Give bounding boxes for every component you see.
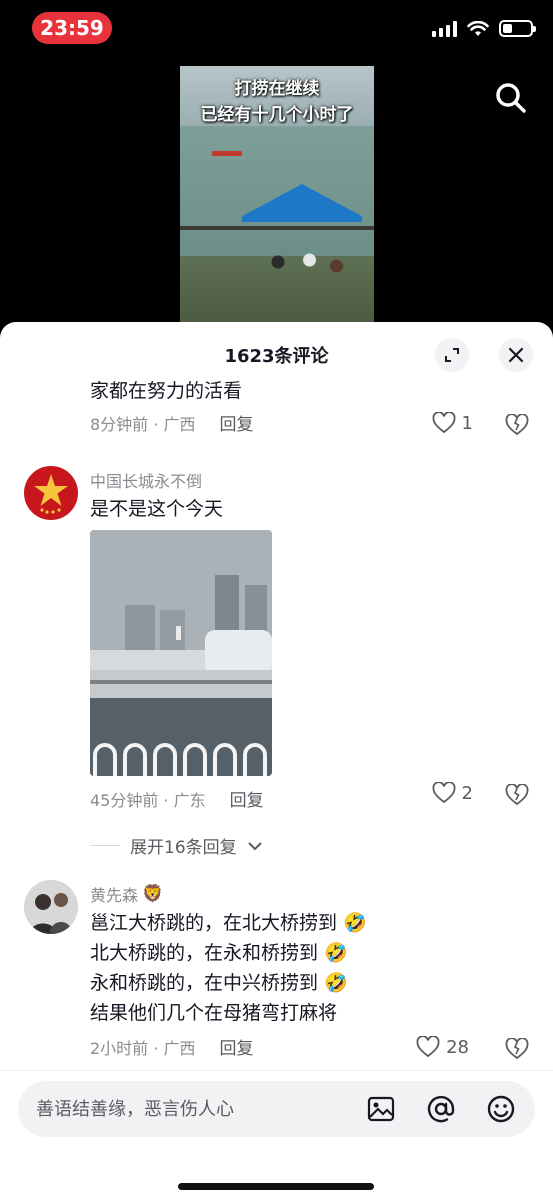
status-time: 23:59 bbox=[32, 12, 112, 44]
status-bar: 23:59 bbox=[0, 0, 553, 60]
heart-icon bbox=[416, 1036, 440, 1058]
comment-text-line: 邕江大桥跳的，在北大桥捞到 🤣 bbox=[90, 912, 367, 934]
video-caption-line1: 打捞在继续 bbox=[234, 79, 320, 99]
comments-count-title: 1623条评论 bbox=[224, 346, 329, 367]
comment-username[interactable]: 黄先森 bbox=[90, 882, 138, 906]
comment-text: 家都在努力的活看 bbox=[90, 380, 243, 402]
comments-sheet: 1623条评论 家都在努力的活看 8分钟前 · 广西 回复 1 中国长城永不倒 … bbox=[0, 322, 553, 1200]
like-count: 2 bbox=[461, 782, 473, 804]
star-emblem-icon bbox=[34, 474, 68, 514]
battery-icon bbox=[499, 20, 536, 37]
reply-button[interactable]: 回复 bbox=[219, 1034, 253, 1059]
video-player[interactable]: 打捞在继续 已经有十几个小时了 bbox=[180, 66, 374, 328]
comment-input[interactable] bbox=[36, 1081, 356, 1137]
bridge-photo bbox=[90, 530, 272, 776]
lion-badge-icon: 🦁 bbox=[142, 884, 164, 904]
comment-input-bar bbox=[0, 1070, 553, 1200]
image-icon[interactable] bbox=[365, 1093, 397, 1125]
comment-text-line: 北大桥跳的，在永和桥捞到 🤣 bbox=[90, 942, 348, 964]
reply-button[interactable]: 回复 bbox=[230, 786, 264, 811]
cellular-signal-icon bbox=[432, 20, 457, 37]
mention-icon[interactable] bbox=[425, 1093, 457, 1125]
search-icon[interactable] bbox=[493, 80, 529, 116]
comment-image[interactable] bbox=[90, 530, 272, 776]
like-count: 1 bbox=[461, 412, 473, 434]
user-photo-icon bbox=[24, 880, 78, 934]
comment-text-line: 永和桥跳的，在中兴桥捞到 🤣 bbox=[90, 972, 348, 994]
heart-icon bbox=[432, 412, 455, 434]
comment-input-box[interactable] bbox=[18, 1081, 535, 1137]
expand-replies-label: 展开16条回复 bbox=[130, 838, 237, 858]
dislike-icon[interactable] bbox=[505, 1038, 529, 1060]
heart-icon bbox=[432, 782, 455, 804]
like-button[interactable]: 28 bbox=[416, 1036, 469, 1058]
avatar[interactable] bbox=[24, 466, 78, 520]
comment-username[interactable]: 中国长城永不倒 bbox=[90, 468, 453, 492]
laughing-crying-emoji-icon: 🤣 bbox=[324, 942, 348, 964]
expand-sheet-button[interactable] bbox=[435, 338, 469, 372]
comment-time-location: 45分钟前 · 广东 bbox=[90, 790, 206, 810]
expand-icon bbox=[445, 348, 459, 362]
comment-username-row: 黄先森 🦁 bbox=[90, 882, 473, 906]
reply-button[interactable]: 回复 bbox=[219, 410, 253, 435]
like-button[interactable]: 2 bbox=[432, 782, 473, 804]
close-sheet-button[interactable] bbox=[499, 338, 533, 372]
comment-time-location: 8分钟前 · 广西 bbox=[90, 414, 196, 434]
like-button[interactable]: 1 bbox=[432, 412, 473, 434]
laughing-crying-emoji-icon: 🤣 bbox=[343, 912, 367, 934]
chevron-down-icon bbox=[247, 841, 262, 850]
comment-time-location: 2小时前 · 广西 bbox=[90, 1038, 196, 1058]
rescue-boat bbox=[212, 151, 242, 156]
people-group bbox=[260, 246, 350, 286]
laughing-crying-emoji-icon: 🤣 bbox=[324, 972, 348, 994]
home-indicator bbox=[178, 1183, 374, 1190]
dislike-icon[interactable] bbox=[505, 784, 529, 806]
wifi-icon bbox=[467, 20, 489, 36]
avatar[interactable] bbox=[24, 880, 78, 934]
comment-text: 是不是这个今天 bbox=[90, 498, 224, 520]
comment-text-line: 结果他们几个在母猪弯打麻将 bbox=[90, 1002, 338, 1024]
close-icon bbox=[508, 347, 524, 363]
dislike-icon[interactable] bbox=[505, 414, 529, 436]
like-count: 28 bbox=[446, 1036, 469, 1058]
emoji-icon[interactable] bbox=[485, 1093, 517, 1125]
expand-replies-button[interactable]: 展开16条回复 bbox=[90, 833, 263, 858]
video-caption-line2: 已经有十几个小时了 bbox=[200, 105, 354, 125]
